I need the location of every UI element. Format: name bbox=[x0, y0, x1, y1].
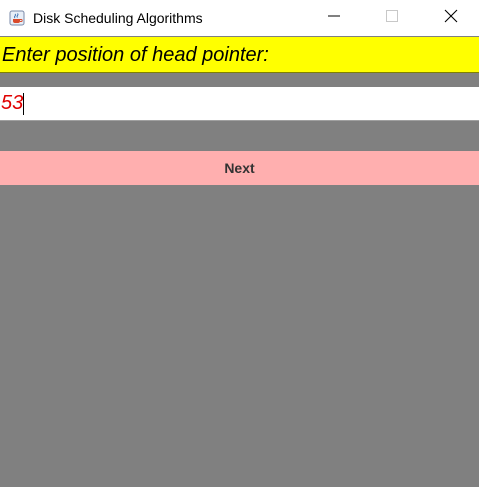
head-pointer-label-panel: Enter position of head pointer: bbox=[0, 37, 479, 73]
minimize-button[interactable] bbox=[311, 0, 357, 36]
app-window: Disk Scheduling Algorithms Enter positio… bbox=[0, 0, 479, 487]
title-bar[interactable]: Disk Scheduling Algorithms bbox=[0, 0, 479, 36]
head-pointer-input[interactable] bbox=[0, 87, 479, 121]
next-button[interactable]: Next bbox=[0, 151, 479, 185]
maximize-button[interactable] bbox=[369, 0, 415, 36]
maximize-icon bbox=[386, 9, 398, 27]
head-pointer-prompt: Enter position of head pointer: bbox=[2, 44, 269, 66]
text-caret bbox=[23, 93, 24, 115]
spacer bbox=[0, 73, 479, 86]
close-button[interactable] bbox=[428, 0, 474, 36]
java-coffee-cup-icon bbox=[9, 10, 25, 26]
window-title: Disk Scheduling Algorithms bbox=[33, 10, 203, 26]
close-icon bbox=[444, 9, 458, 28]
minimize-icon bbox=[328, 9, 340, 27]
